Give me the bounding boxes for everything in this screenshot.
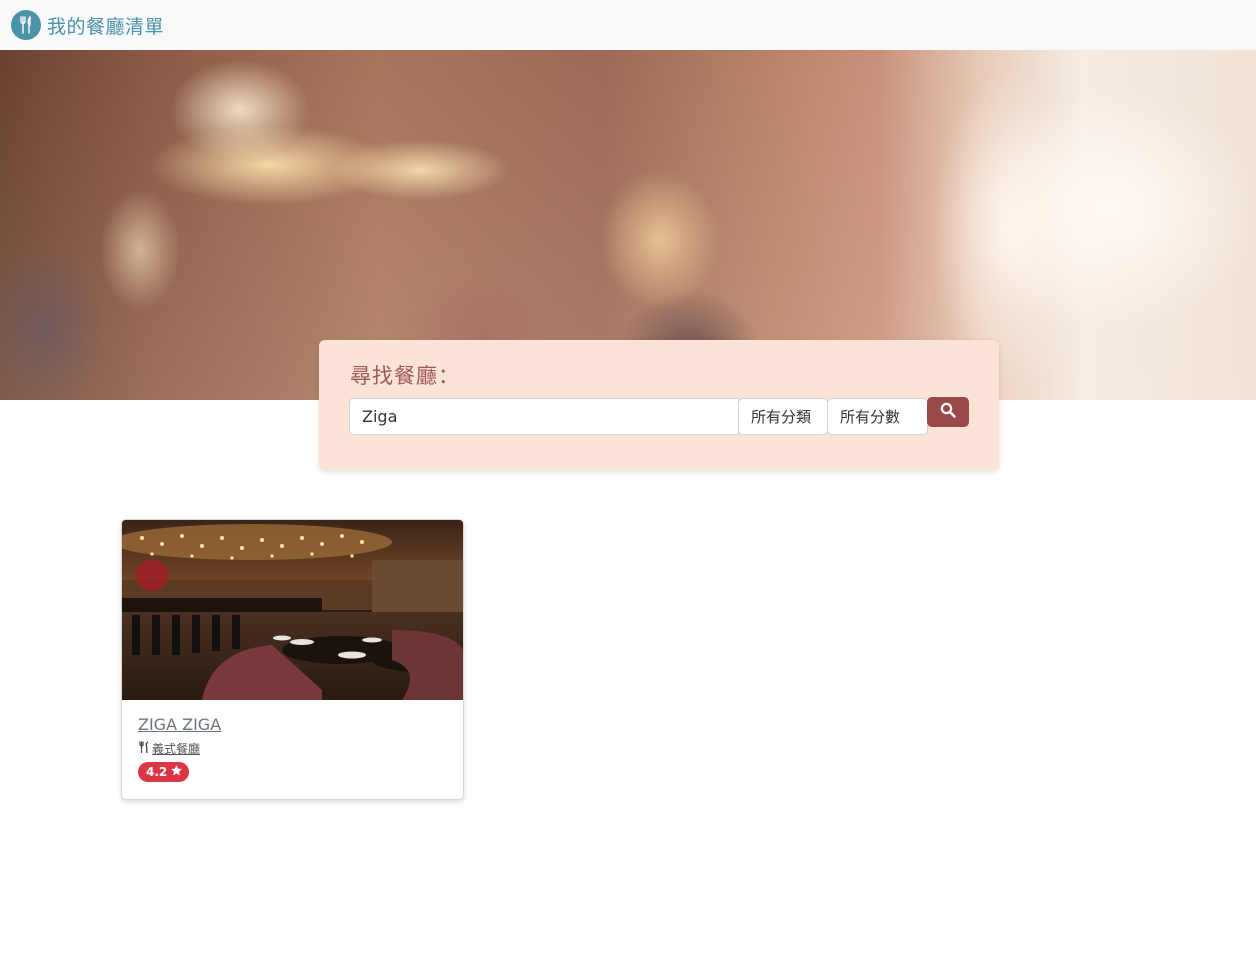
- search-input[interactable]: [349, 398, 739, 435]
- utensils-icon: [138, 741, 150, 756]
- brand-link[interactable]: 我的餐廳清單: [11, 10, 164, 40]
- rating-value: 4.2: [146, 765, 168, 779]
- navbar: 我的餐廳清單: [0, 0, 1256, 50]
- search-title: 尋找餐廳：: [350, 364, 460, 388]
- utensils-icon: [11, 10, 41, 40]
- search-panel: 尋找餐廳： 所有分類 所有分數: [319, 340, 999, 470]
- restaurant-card[interactable]: ZIGA ZIGA 義式餐廳 4.2: [121, 519, 464, 800]
- restaurant-photo[interactable]: [122, 520, 463, 700]
- star-icon: [167, 764, 183, 780]
- category-link[interactable]: 義式餐廳: [152, 740, 200, 757]
- rating-badge: 4.2: [138, 762, 190, 782]
- brand-title: 我的餐廳清單: [47, 15, 165, 38]
- search-button[interactable]: [927, 397, 969, 427]
- category-select[interactable]: 所有分類: [738, 398, 828, 435]
- restaurant-name[interactable]: ZIGA ZIGA: [138, 715, 221, 734]
- restaurant-category: 義式餐廳: [138, 740, 200, 757]
- search-icon: [940, 402, 956, 422]
- rating-select[interactable]: 所有分數: [827, 398, 928, 435]
